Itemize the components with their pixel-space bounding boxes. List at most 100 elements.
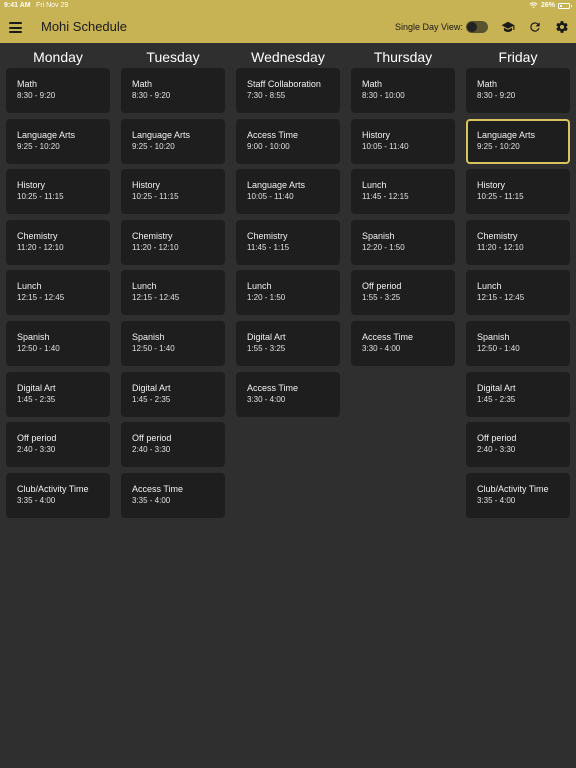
period-card[interactable]: Lunch 12:15 - 12:45 bbox=[6, 270, 110, 315]
single-day-view-toggle[interactable] bbox=[466, 21, 488, 33]
period-time: 3:30 - 4:00 bbox=[362, 344, 401, 353]
hamburger-menu-icon[interactable] bbox=[9, 22, 22, 33]
period-name: Language Arts bbox=[17, 130, 76, 140]
period-time: 8:30 - 9:20 bbox=[477, 91, 516, 100]
gear-icon[interactable] bbox=[555, 20, 569, 34]
navigation-bar: Mohi Schedule Single Day View: bbox=[0, 12, 576, 43]
status-date: Fri Nov 29 bbox=[36, 2, 69, 9]
toggle-knob bbox=[467, 22, 477, 32]
period-card[interactable]: Math 8:30 - 9:20 bbox=[6, 68, 110, 113]
day-header-monday: Monday bbox=[33, 49, 83, 65]
period-time: 11:20 - 12:10 bbox=[17, 243, 64, 252]
period-time: 8:30 - 9:20 bbox=[132, 91, 171, 100]
period-card[interactable]: Lunch 12:15 - 12:45 bbox=[466, 270, 570, 315]
period-name: Staff Collaboration bbox=[247, 79, 321, 89]
period-card[interactable]: Spanish 12:50 - 1:40 bbox=[6, 321, 110, 366]
period-name: Lunch bbox=[362, 180, 387, 190]
period-time: 12:50 - 1:40 bbox=[132, 344, 175, 353]
app-header: 9:41 AM Fri Nov 29 26% Mohi Schedule Sin… bbox=[0, 0, 576, 43]
period-name: Access Time bbox=[247, 383, 299, 393]
period-time: 8:30 - 10:00 bbox=[362, 91, 405, 100]
period-card[interactable]: Staff Collaboration 7:30 - 8:55 bbox=[236, 68, 340, 113]
period-card[interactable]: Language Arts 9:25 - 10:20 bbox=[6, 119, 110, 164]
period-card[interactable]: Digital Art 1:45 - 2:35 bbox=[466, 372, 570, 417]
period-card[interactable]: History 10:25 - 11:15 bbox=[121, 169, 225, 214]
period-time: 2:40 - 3:30 bbox=[17, 445, 56, 454]
period-name: Chemistry bbox=[477, 231, 518, 241]
period-name: Math bbox=[362, 79, 383, 89]
period-time: 1:45 - 2:35 bbox=[132, 395, 171, 404]
period-time: 12:20 - 1:50 bbox=[362, 243, 405, 252]
period-card[interactable]: Math 8:30 - 10:00 bbox=[351, 68, 455, 113]
period-time: 3:35 - 4:00 bbox=[132, 496, 171, 505]
period-card[interactable]: Access Time 9:00 - 10:00 bbox=[236, 119, 340, 164]
period-name: History bbox=[477, 180, 506, 190]
period-card[interactable]: Off period 2:40 - 3:30 bbox=[121, 422, 225, 467]
period-card[interactable]: Club/Activity Time 3:35 - 4:00 bbox=[6, 473, 110, 518]
period-card[interactable]: Lunch 1:20 - 1:50 bbox=[236, 270, 340, 315]
period-card[interactable]: Chemistry 11:45 - 1:15 bbox=[236, 220, 340, 265]
period-name: Digital Art bbox=[132, 383, 171, 393]
period-card[interactable]: History 10:25 - 11:15 bbox=[6, 169, 110, 214]
period-card[interactable]: Spanish 12:20 - 1:50 bbox=[351, 220, 455, 265]
period-name: Lunch bbox=[477, 281, 502, 291]
period-card[interactable]: Language Arts 9:25 - 10:20 bbox=[121, 119, 225, 164]
period-card[interactable]: Off period 1:55 - 3:25 bbox=[351, 270, 455, 315]
period-name: Lunch bbox=[247, 281, 272, 291]
period-card[interactable]: Club/Activity Time 3:35 - 4:00 bbox=[466, 473, 570, 518]
period-card[interactable]: Language Arts 10:05 - 11:40 bbox=[236, 169, 340, 214]
period-name: Math bbox=[477, 79, 498, 89]
period-name: Lunch bbox=[17, 281, 42, 291]
period-card[interactable]: Chemistry 11:20 - 12:10 bbox=[6, 220, 110, 265]
day-header-thursday: Thursday bbox=[373, 49, 433, 65]
period-time: 3:35 - 4:00 bbox=[17, 496, 56, 505]
period-card[interactable]: Chemistry 11:20 - 12:10 bbox=[121, 220, 225, 265]
period-card[interactable]: Lunch 12:15 - 12:45 bbox=[121, 270, 225, 315]
period-time: 3:35 - 4:00 bbox=[477, 496, 516, 505]
period-time: 10:25 - 11:15 bbox=[17, 192, 64, 201]
period-name: Chemistry bbox=[247, 231, 288, 241]
wifi-icon bbox=[529, 2, 538, 9]
battery-level bbox=[560, 4, 563, 7]
period-name: History bbox=[362, 130, 391, 140]
day-header-tuesday: Tuesday bbox=[146, 49, 200, 65]
period-time: 10:05 - 11:40 bbox=[247, 192, 294, 201]
graduation-cap-icon[interactable] bbox=[501, 20, 515, 34]
status-indicators: 26% bbox=[529, 2, 572, 9]
period-time: 12:50 - 1:40 bbox=[17, 344, 60, 353]
period-time: 7:30 - 8:55 bbox=[247, 91, 286, 100]
period-card[interactable]: Access Time 3:30 - 4:00 bbox=[236, 372, 340, 417]
period-card[interactable]: Language Arts 9:25 - 10:20 bbox=[466, 119, 570, 164]
period-card[interactable]: Lunch 11:45 - 12:15 bbox=[351, 169, 455, 214]
period-card[interactable]: Access Time 3:35 - 4:00 bbox=[121, 473, 225, 518]
period-card[interactable]: Spanish 12:50 - 1:40 bbox=[466, 321, 570, 366]
refresh-icon[interactable] bbox=[528, 20, 542, 34]
period-card[interactable]: Math 8:30 - 9:20 bbox=[121, 68, 225, 113]
period-card[interactable]: Chemistry 11:20 - 12:10 bbox=[466, 220, 570, 265]
period-name: Off period bbox=[132, 433, 172, 443]
period-name: Digital Art bbox=[247, 332, 286, 342]
period-card[interactable]: Digital Art 1:45 - 2:35 bbox=[6, 372, 110, 417]
period-card[interactable]: Math 8:30 - 9:20 bbox=[466, 68, 570, 113]
period-card[interactable]: Digital Art 1:45 - 2:35 bbox=[121, 372, 225, 417]
period-name: Math bbox=[17, 79, 38, 89]
period-name: Language Arts bbox=[247, 180, 306, 190]
period-card[interactable]: Spanish 12:50 - 1:40 bbox=[121, 321, 225, 366]
period-time: 1:55 - 3:25 bbox=[362, 293, 401, 302]
period-name: History bbox=[132, 180, 161, 190]
period-name: Spanish bbox=[132, 332, 165, 342]
period-card[interactable]: History 10:05 - 11:40 bbox=[351, 119, 455, 164]
period-name: Off period bbox=[362, 281, 402, 291]
period-time: 3:30 - 4:00 bbox=[247, 395, 286, 404]
day-header-wednesday: Wednesday bbox=[251, 49, 325, 65]
period-card[interactable]: Digital Art 1:55 - 3:25 bbox=[236, 321, 340, 366]
period-time: 1:45 - 2:35 bbox=[477, 395, 516, 404]
period-card[interactable]: Off period 2:40 - 3:30 bbox=[6, 422, 110, 467]
period-name: Club/Activity Time bbox=[17, 484, 89, 494]
single-day-view-label: Single Day View: bbox=[395, 22, 463, 32]
period-card[interactable]: Access Time 3:30 - 4:00 bbox=[351, 321, 455, 366]
period-time: 12:15 - 12:45 bbox=[17, 293, 65, 302]
period-card[interactable]: History 10:25 - 11:15 bbox=[466, 169, 570, 214]
status-time: 9:41 AM bbox=[4, 2, 31, 9]
period-card[interactable]: Off period 2:40 - 3:30 bbox=[466, 422, 570, 467]
